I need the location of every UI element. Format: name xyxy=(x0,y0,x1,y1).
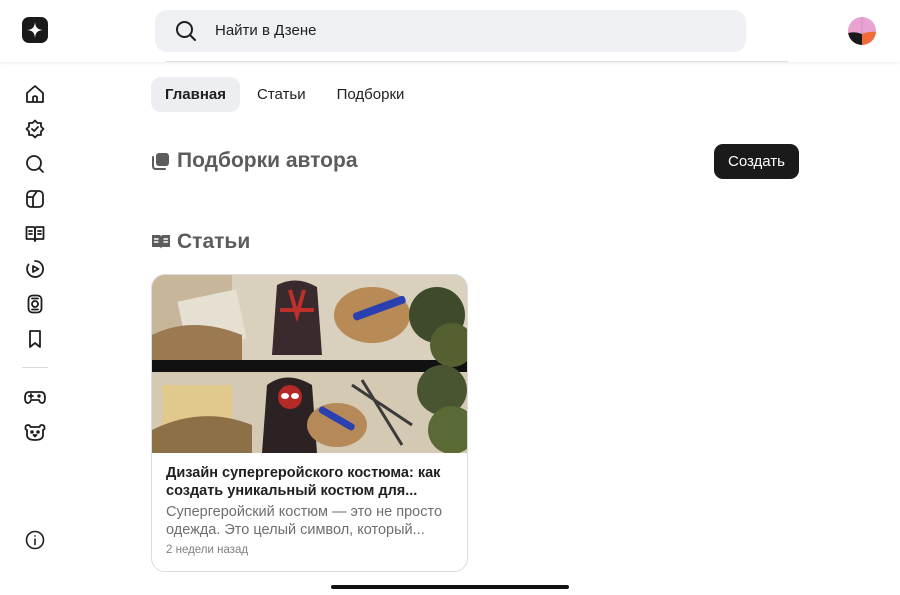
tab-main[interactable]: Главная xyxy=(151,77,241,112)
home-indicator xyxy=(331,585,569,589)
articles-book-icon xyxy=(151,232,171,252)
search-input[interactable]: Найти в Дзене xyxy=(215,22,316,39)
cube-icon[interactable] xyxy=(24,188,46,210)
articles-title: Статьи xyxy=(177,230,251,253)
tab-collections[interactable]: Подборки xyxy=(323,77,419,112)
info-icon[interactable] xyxy=(24,529,46,551)
subscriptions-icon[interactable] xyxy=(24,118,46,140)
search-icon xyxy=(175,20,197,47)
articles-icon[interactable] xyxy=(24,223,46,245)
bookmark-icon[interactable] xyxy=(24,328,46,350)
article-timestamp: 2 недели назад xyxy=(166,544,249,556)
article-title[interactable]: Дизайн супергеройского костюма: как созд… xyxy=(166,464,458,500)
home-icon[interactable] xyxy=(24,83,46,105)
sidebar-divider xyxy=(22,367,48,368)
article-thumbnail xyxy=(152,275,467,453)
create-button[interactable]: Создать xyxy=(714,144,799,179)
gamepad-icon[interactable] xyxy=(24,386,46,408)
top-bar: Найти в Дзене xyxy=(0,0,900,62)
video-play-icon[interactable] xyxy=(24,258,46,280)
article-snippet: Супергеройский костюм — это не просто од… xyxy=(166,504,443,538)
avatar[interactable] xyxy=(848,17,876,45)
channel-tabs: Главная Статьи Подборки xyxy=(151,77,421,112)
search-icon[interactable] xyxy=(24,153,46,175)
search-underline xyxy=(165,61,788,62)
search-bar[interactable]: Найти в Дзене xyxy=(155,10,746,52)
collections-icon xyxy=(151,151,171,171)
article-card[interactable]: Дизайн супергеройского костюма: как созд… xyxy=(151,274,468,572)
collections-title: Подборки автора xyxy=(177,149,358,172)
tab-articles[interactable]: Статьи xyxy=(243,77,320,112)
sidebar xyxy=(0,62,70,595)
kids-bear-icon[interactable] xyxy=(24,421,46,443)
dzen-logo-icon[interactable] xyxy=(22,17,48,43)
collections-heading: Подборки автора xyxy=(151,149,358,173)
articles-heading: Статьи xyxy=(151,230,250,254)
shorts-icon[interactable] xyxy=(24,293,46,315)
